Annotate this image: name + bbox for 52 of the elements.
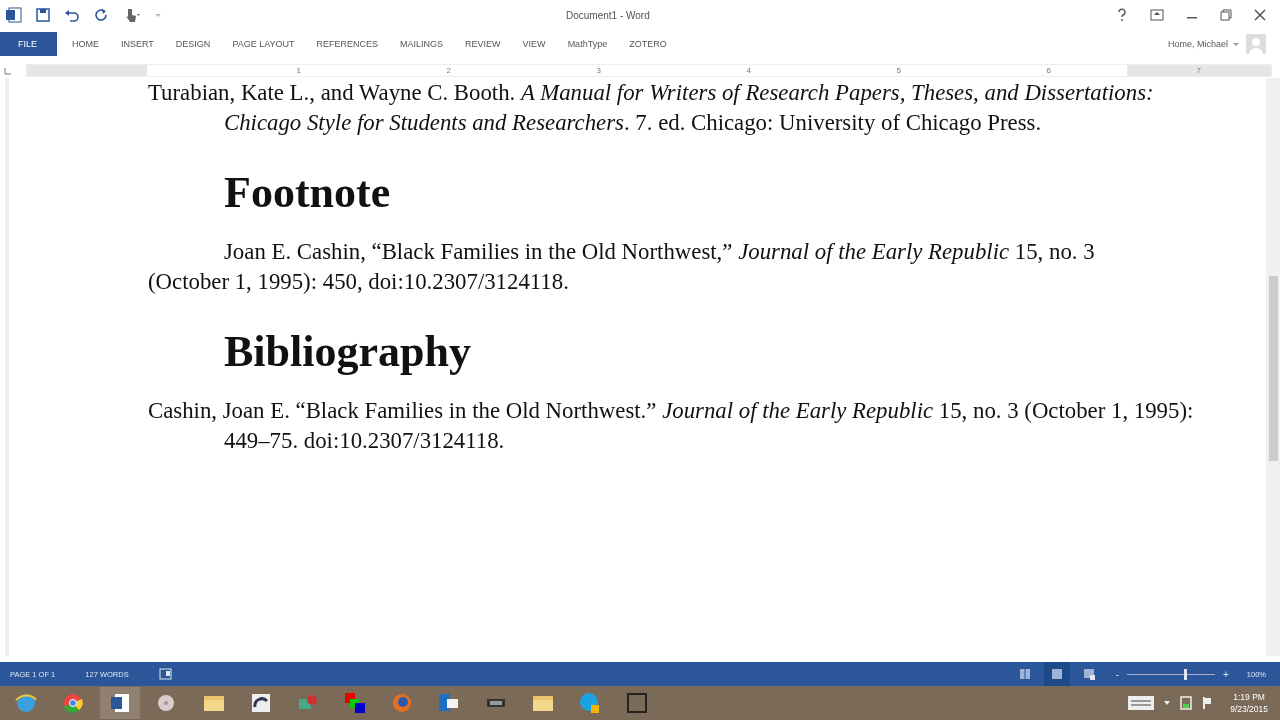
zoom-slider-thumb[interactable] <box>1184 668 1188 680</box>
proofing-icon[interactable] <box>158 668 173 680</box>
read-mode-icon <box>1017 667 1032 681</box>
ribbon-display-icon[interactable] <box>1150 9 1164 21</box>
squares-icon[interactable] <box>343 691 367 715</box>
footnote-text: Joan E. Cashin, “Black Families in the Old Northwest,” Journal of the Early Republic 15, no. 3 (October 1, 1995): 450, doi:10.2307/3124118. <box>148 238 1096 296</box>
keyboard-icon[interactable] <box>1128 696 1155 710</box>
flag-icon[interactable] <box>1202 696 1213 710</box>
horizontal-ruler[interactable]: 1 2 3 4 5 6 7 <box>26 64 1272 77</box>
bibliography-entry: Cashin, Joan E. “Black Families in the Old Northwest.” Journal of the Early Republic 15, no. 3 (October 1, 1995): 449–75. doi:10.2307/3124118. <box>148 397 1195 455</box>
undo-icon[interactable] <box>64 8 80 22</box>
redo-icon[interactable] <box>94 8 108 22</box>
ribbon-tab[interactable]: HOME <box>61 32 110 56</box>
clock-time[interactable]: 1:19 PM <box>1233 691 1265 703</box>
restore-icon[interactable] <box>1220 9 1232 21</box>
ribbon-tab[interactable]: MathType <box>556 32 619 56</box>
window-title: Document1 - Word <box>566 9 651 21</box>
ruler-number: 2 <box>445 66 451 75</box>
ribbon-tab[interactable]: ZOTERO <box>618 32 678 56</box>
view-button[interactable] <box>1043 662 1070 686</box>
ribbon-tab[interactable]: REFERENCES <box>305 32 390 56</box>
ruler-number: 7 <box>1195 66 1201 75</box>
ribbon-tab[interactable]: PAGE LAYOUT <box>221 32 306 56</box>
zoom-out-button[interactable]: - <box>1115 668 1119 680</box>
dropdown-icon[interactable] <box>1232 40 1240 48</box>
caret-icon[interactable] <box>1164 700 1171 706</box>
ribbon-tab[interactable]: MAILINGS <box>389 32 455 56</box>
ruler-number: 4 <box>745 66 751 75</box>
web-layout-icon <box>1081 667 1096 681</box>
scrollbar-thumb[interactable] <box>1268 276 1278 461</box>
screen-icon[interactable] <box>625 691 649 715</box>
ruler-number: 3 <box>595 66 601 75</box>
ribbon-tab[interactable]: INSERT <box>110 32 165 56</box>
word-logo-icon[interactable] <box>6 7 22 23</box>
document-icon[interactable] <box>108 691 132 715</box>
help-icon[interactable] <box>1116 8 1128 22</box>
ribbon-tab[interactable]: VIEW <box>511 32 557 56</box>
ruler-number: 5 <box>895 66 901 75</box>
ribbon-tab[interactable]: REVIEW <box>454 32 512 56</box>
clock-date[interactable]: 9/23/2015 <box>1230 703 1268 715</box>
bibliography-entry: Turabian, Kate L., and Wayne C. Booth. A Manual for Writers of Research Papers, Theses, and Dissertations: Chicago Style for Students and Researchers. 7. ed. Chicago: University of Chicago Press. <box>148 79 1155 137</box>
ball-icon[interactable] <box>61 691 85 715</box>
print-layout-icon <box>1049 667 1064 681</box>
ruler-number: 6 <box>1045 66 1051 75</box>
user-name[interactable]: Home, Michael <box>1167 39 1228 49</box>
section-heading: Bibliography <box>223 326 472 378</box>
close-icon[interactable] <box>1254 9 1266 21</box>
section-heading: Footnote <box>223 167 392 219</box>
ribbon-tab[interactable]: DESIGN <box>164 32 222 56</box>
zoom-in-button[interactable]: + <box>1222 668 1229 680</box>
save-icon[interactable] <box>36 8 50 22</box>
ruler-number: 1 <box>295 66 301 75</box>
